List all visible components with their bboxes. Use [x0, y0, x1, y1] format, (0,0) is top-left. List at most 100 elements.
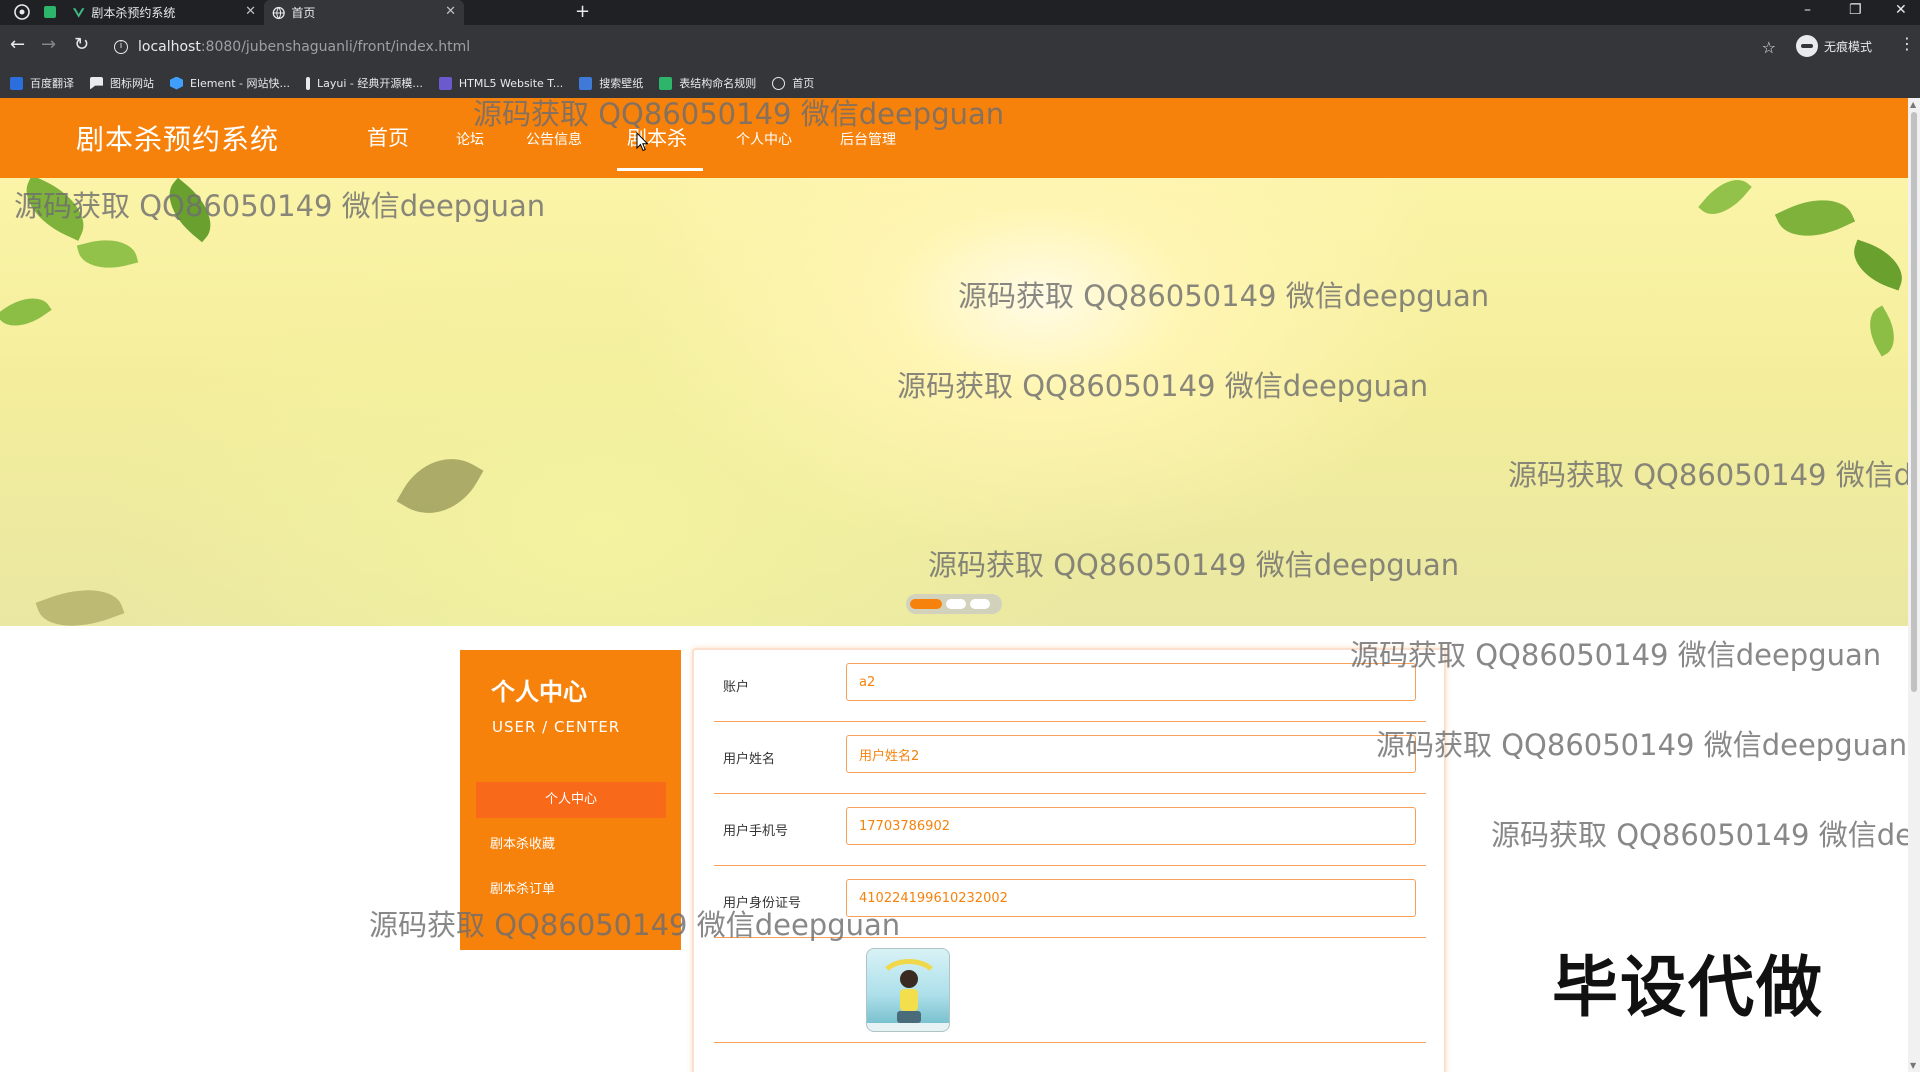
- new-tab-button[interactable]: +: [575, 1, 590, 22]
- globe-icon: [272, 6, 285, 19]
- bookmark-star-icon[interactable]: ☆: [1762, 38, 1776, 57]
- watermark: 源码获取 QQ86050149 微信de: [1491, 818, 1908, 852]
- vue-icon: [72, 7, 85, 18]
- profile-form: 账户 用户姓名 用户手机号 用户身份证号: [692, 648, 1446, 1072]
- sidebar-item-favorites[interactable]: 剧本杀收藏: [476, 827, 666, 863]
- sidebar-item-profile[interactable]: 个人中心: [476, 782, 666, 818]
- watermark: 源码获取 QQ86050149 微信deepguan: [928, 548, 1460, 582]
- nav-active-indicator: [617, 168, 703, 171]
- close-icon[interactable]: ✕: [445, 4, 456, 19]
- account-label: 账户: [723, 680, 750, 695]
- page-viewport: 剧本杀预约系统 首页 论坛 公告信息 剧本杀 个人中心 后台管理 个人中心 US…: [0, 98, 1908, 1072]
- form-row-photo: [714, 938, 1426, 1043]
- page-scrollbar[interactable]: ▲ ▼: [1908, 98, 1920, 1072]
- browser-tab-bar: 剧本杀预约系统 ✕ 首页 ✕ + – ❐ ✕: [0, 0, 1920, 25]
- watermark: 源码获取 QQ86050149 微信d: [1508, 458, 1908, 492]
- watermark: 源码获取 QQ86050149 微信deepguan: [369, 908, 901, 942]
- address-bar[interactable]: i localhost:8080/jubenshaguanli/front/in…: [106, 29, 1786, 65]
- reload-icon[interactable]: ↻: [74, 34, 89, 55]
- url-text[interactable]: localhost:8080/jubenshaguanli/front/inde…: [138, 39, 470, 55]
- bookmark-label: Layui - 经典开源模...: [317, 77, 423, 90]
- mouse-cursor-icon: [636, 132, 648, 152]
- watermark: 源码获取 QQ86050149 微信deepguan: [473, 98, 1005, 131]
- watermark: 源码获取 QQ86050149 微信deepguan: [1350, 638, 1882, 672]
- tab-title: 剧本杀预约系统: [91, 6, 176, 20]
- minimize-icon[interactable]: –: [1804, 2, 1811, 18]
- phone-input[interactable]: [846, 807, 1416, 845]
- scroll-down-icon[interactable]: ▼: [1910, 1061, 1916, 1070]
- wallpaper-icon: [579, 76, 593, 90]
- pinned-tab-icon[interactable]: [42, 4, 58, 20]
- bookmark-item[interactable]: Element - 网站快...: [170, 75, 290, 91]
- close-icon[interactable]: ✕: [245, 4, 256, 19]
- name-input[interactable]: [846, 735, 1416, 773]
- bookmark-label: HTML5 Website T...: [458, 76, 564, 90]
- bookmark-item[interactable]: 百度翻译: [10, 75, 74, 91]
- scrollbar-thumb[interactable]: [1911, 112, 1917, 692]
- watermark: 源码获取 QQ86050149 微信deepguan: [958, 279, 1490, 313]
- user-center-title: 个人中心: [491, 678, 587, 706]
- leaf-decoration: [396, 440, 484, 532]
- profile-photo[interactable]: [866, 948, 950, 1032]
- bookmark-item[interactable]: 搜索壁纸: [579, 75, 643, 91]
- bookmark-label: 表结构命名规则: [679, 77, 757, 90]
- element-icon: [170, 76, 183, 90]
- stamp-text: 毕设代做: [1552, 949, 1824, 1026]
- carousel-pagination: [906, 594, 1002, 614]
- tab-home[interactable]: 首页 ✕: [264, 0, 464, 25]
- bookmark-item[interactable]: 首页: [772, 75, 814, 91]
- site-title[interactable]: 剧本杀预约系统: [76, 118, 279, 158]
- scroll-up-icon[interactable]: ▲: [1910, 100, 1916, 109]
- incognito-label: 无痕模式: [1824, 39, 1873, 54]
- browser-toolbar: ← → ↻ i localhost:8080/jubenshaguanli/fr…: [0, 25, 1920, 68]
- sheet-icon: [659, 76, 673, 90]
- idcard-input[interactable]: [846, 879, 1416, 917]
- phone-label: 用户手机号: [723, 824, 789, 839]
- translate-icon: [10, 76, 23, 90]
- leaf-decoration: [0, 286, 52, 338]
- incognito-icon: [1796, 35, 1818, 57]
- leaf-decoration: [1845, 239, 1908, 291]
- layui-icon: [306, 76, 310, 90]
- form-row-phone: 用户手机号: [714, 794, 1426, 866]
- globe-icon: [772, 76, 786, 90]
- watermark: 源码获取 QQ86050149 微信deepguan: [1376, 728, 1908, 762]
- tab-system[interactable]: 剧本杀预约系统 ✕: [64, 0, 264, 25]
- bookmark-label: 百度翻译: [30, 77, 74, 90]
- flag-icon: [90, 76, 103, 90]
- leaf-decoration: [76, 231, 139, 277]
- avatar-photo-icon: [867, 959, 949, 1031]
- site-info-icon[interactable]: i: [114, 40, 128, 54]
- bookmark-item[interactable]: 图标网站: [90, 75, 154, 91]
- window-close-icon[interactable]: ✕: [1895, 2, 1907, 18]
- leaf-decoration: [1774, 185, 1856, 251]
- bookmark-item[interactable]: HTML5 Website T...: [438, 76, 564, 90]
- browser-menu-icon[interactable]: ⋮: [1899, 34, 1915, 53]
- name-label: 用户姓名: [723, 752, 776, 767]
- bookmark-label: Element - 网站快...: [190, 77, 290, 90]
- bookmark-item[interactable]: Layui - 经典开源模...: [306, 75, 423, 91]
- watermark: 源码获取 QQ86050149 微信deepguan: [14, 189, 546, 223]
- carousel-dot[interactable]: [946, 599, 966, 609]
- restore-icon[interactable]: ❐: [1849, 2, 1862, 18]
- back-icon[interactable]: ←: [10, 34, 25, 55]
- forward-icon[interactable]: →: [41, 34, 56, 55]
- account-input[interactable]: [846, 663, 1416, 701]
- incognito-indicator[interactable]: 无痕模式: [1796, 35, 1872, 57]
- bookmark-item[interactable]: 表结构命名规则: [659, 75, 756, 91]
- bookmark-label: 搜索壁纸: [599, 77, 644, 90]
- bookmark-label: 首页: [792, 77, 815, 90]
- carousel-dot[interactable]: [970, 599, 990, 609]
- bookmark-label: 图标网站: [110, 77, 154, 90]
- tab-title: 首页: [291, 6, 316, 20]
- watermark: 源码获取 QQ86050149 微信deepguan: [897, 369, 1429, 403]
- leaf-decoration: [1859, 305, 1905, 357]
- chrome-icon[interactable]: [14, 4, 30, 20]
- leaf-decoration: [1698, 178, 1752, 226]
- user-center-subtitle: USER / CENTER: [492, 718, 621, 736]
- leaf-decoration: [35, 575, 125, 626]
- nav-home[interactable]: 首页: [367, 122, 409, 152]
- carousel-dot-active[interactable]: [910, 599, 942, 609]
- html5-icon: [438, 76, 452, 90]
- bookmarks-bar: 百度翻译 图标网站 Element - 网站快... Layui - 经典开源模…: [0, 68, 1920, 98]
